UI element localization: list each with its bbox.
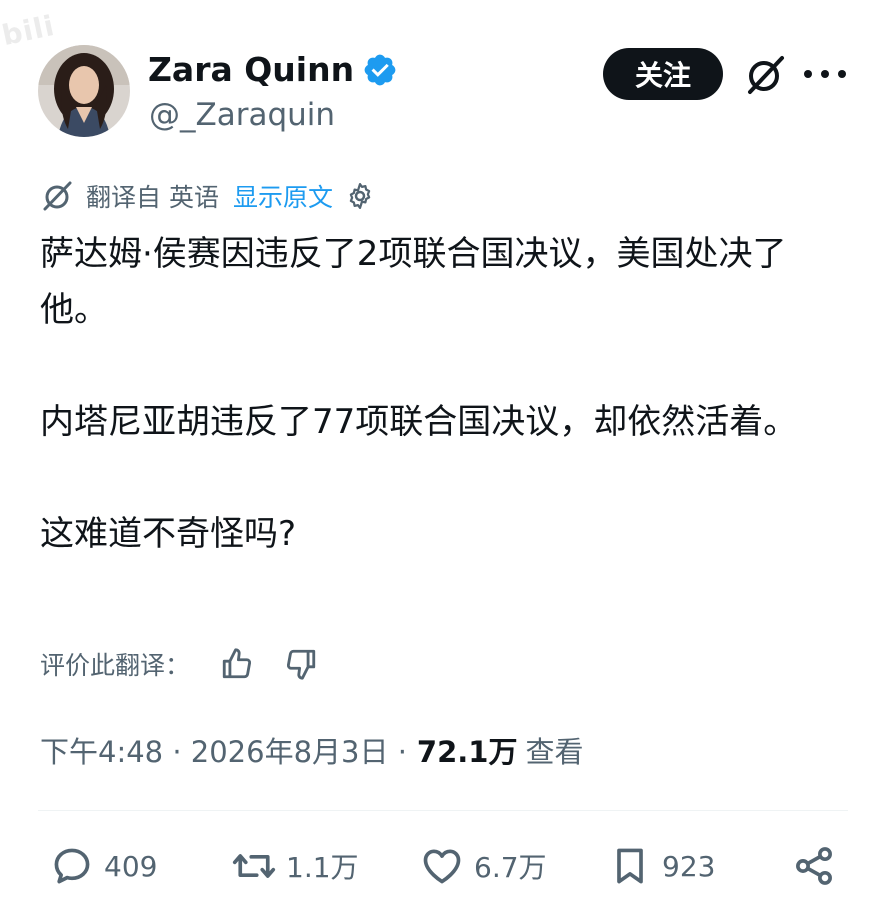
divider: [38, 810, 848, 811]
bookmark-count: 923: [662, 849, 716, 883]
share-button[interactable]: [792, 842, 846, 890]
tweet-text: 萨达姆·侯赛因违反了2项联合国决议，美国处决了他。 内塔尼亚胡违反了77项联合国…: [40, 226, 850, 562]
bookmark-icon: [617, 848, 643, 884]
rate-translation-label: 评价此翻译：: [40, 651, 191, 680]
bookmark-button[interactable]: 923: [608, 842, 715, 890]
display-name[interactable]: Zara Quinn: [148, 48, 354, 92]
more-icon[interactable]: [804, 62, 846, 86]
tweet-paragraph: 这难道不奇怪吗?: [40, 514, 297, 554]
repost-button[interactable]: 1.1万: [232, 842, 359, 890]
like-icon: [423, 849, 461, 884]
gear-icon[interactable]: [345, 181, 375, 211]
follow-button[interactable]: 关注: [603, 48, 723, 100]
author-name-row[interactable]: Zara Quinn: [148, 48, 398, 92]
watermark: bili: [0, 8, 58, 53]
translate-icon: [43, 181, 72, 211]
tweet-paragraph: 萨达姆·侯赛因违反了2项联合国决议，美国处决了他。: [40, 234, 787, 330]
reply-icon: [54, 848, 90, 884]
views-label: 查看: [525, 735, 584, 769]
tweet-paragraph: 内塔尼亚胡违反了77项联合国决议，却依然活着。: [40, 402, 798, 442]
like-count: 6.7万: [474, 851, 547, 884]
thumbs-down-icon[interactable]: [284, 647, 318, 681]
rate-translation-row: 评价此翻译：: [40, 642, 318, 686]
handle[interactable]: @_Zaraquin: [149, 94, 335, 136]
repost-count: 1.1万: [286, 851, 359, 884]
thumbs-up-icon[interactable]: [220, 647, 254, 681]
grok-icon[interactable]: [742, 52, 788, 98]
repost-icon: [232, 854, 276, 878]
avatar[interactable]: [38, 45, 130, 137]
reply-button[interactable]: 409: [50, 842, 157, 890]
reply-count: 409: [104, 849, 158, 883]
translation-row: 翻译自 英语 显示原文: [40, 176, 375, 216]
share-icon: [796, 847, 832, 885]
translated-from-label: 翻译自 英语: [86, 183, 219, 212]
views-count: 72.1万: [416, 735, 518, 769]
verified-badge-icon: [364, 54, 396, 86]
like-button[interactable]: 6.7万: [420, 842, 547, 890]
show-original-link[interactable]: 显示原文: [233, 178, 333, 214]
timestamp[interactable]: 下午4:48 · 2026年8月3日 ·: [40, 729, 407, 771]
tweet-meta: 下午4:48 · 2026年8月3日 · 72.1万 查看: [40, 726, 584, 774]
